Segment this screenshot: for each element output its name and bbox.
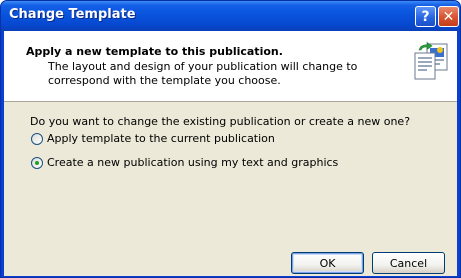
window-title: Change Template [9,7,136,22]
radio-create-new[interactable] [31,156,43,169]
option-create-new[interactable]: Create a new publication using my text a… [31,156,338,169]
ok-button[interactable]: OK [291,252,364,274]
cancel-button[interactable]: Cancel [372,252,445,274]
header-description: The layout and design of your publicatio… [48,60,358,87]
close-button[interactable]: ✕ [438,6,459,27]
close-icon: ✕ [442,8,455,25]
help-icon: ? [421,8,430,25]
change-template-dialog: Change Template ? ✕ Apply a new template… [0,0,461,278]
help-button[interactable]: ? [415,6,436,27]
option-apply-current[interactable]: Apply template to the current publicatio… [31,132,275,145]
option-create-new-label: Create a new publication using my text a… [47,156,339,169]
title-bar[interactable]: Change Template ? ✕ [1,1,460,31]
option-apply-current-label: Apply template to the current publicatio… [47,132,275,145]
dialog-header: Apply a new template to this publication… [4,31,457,102]
radio-apply-current[interactable] [31,132,43,145]
template-document-icon [414,41,448,80]
question-text: Do you want to change the existing publi… [30,115,411,128]
header-title: Apply a new template to this publication… [26,45,283,58]
dialog-client-area: Apply a new template to this publication… [4,31,457,276]
